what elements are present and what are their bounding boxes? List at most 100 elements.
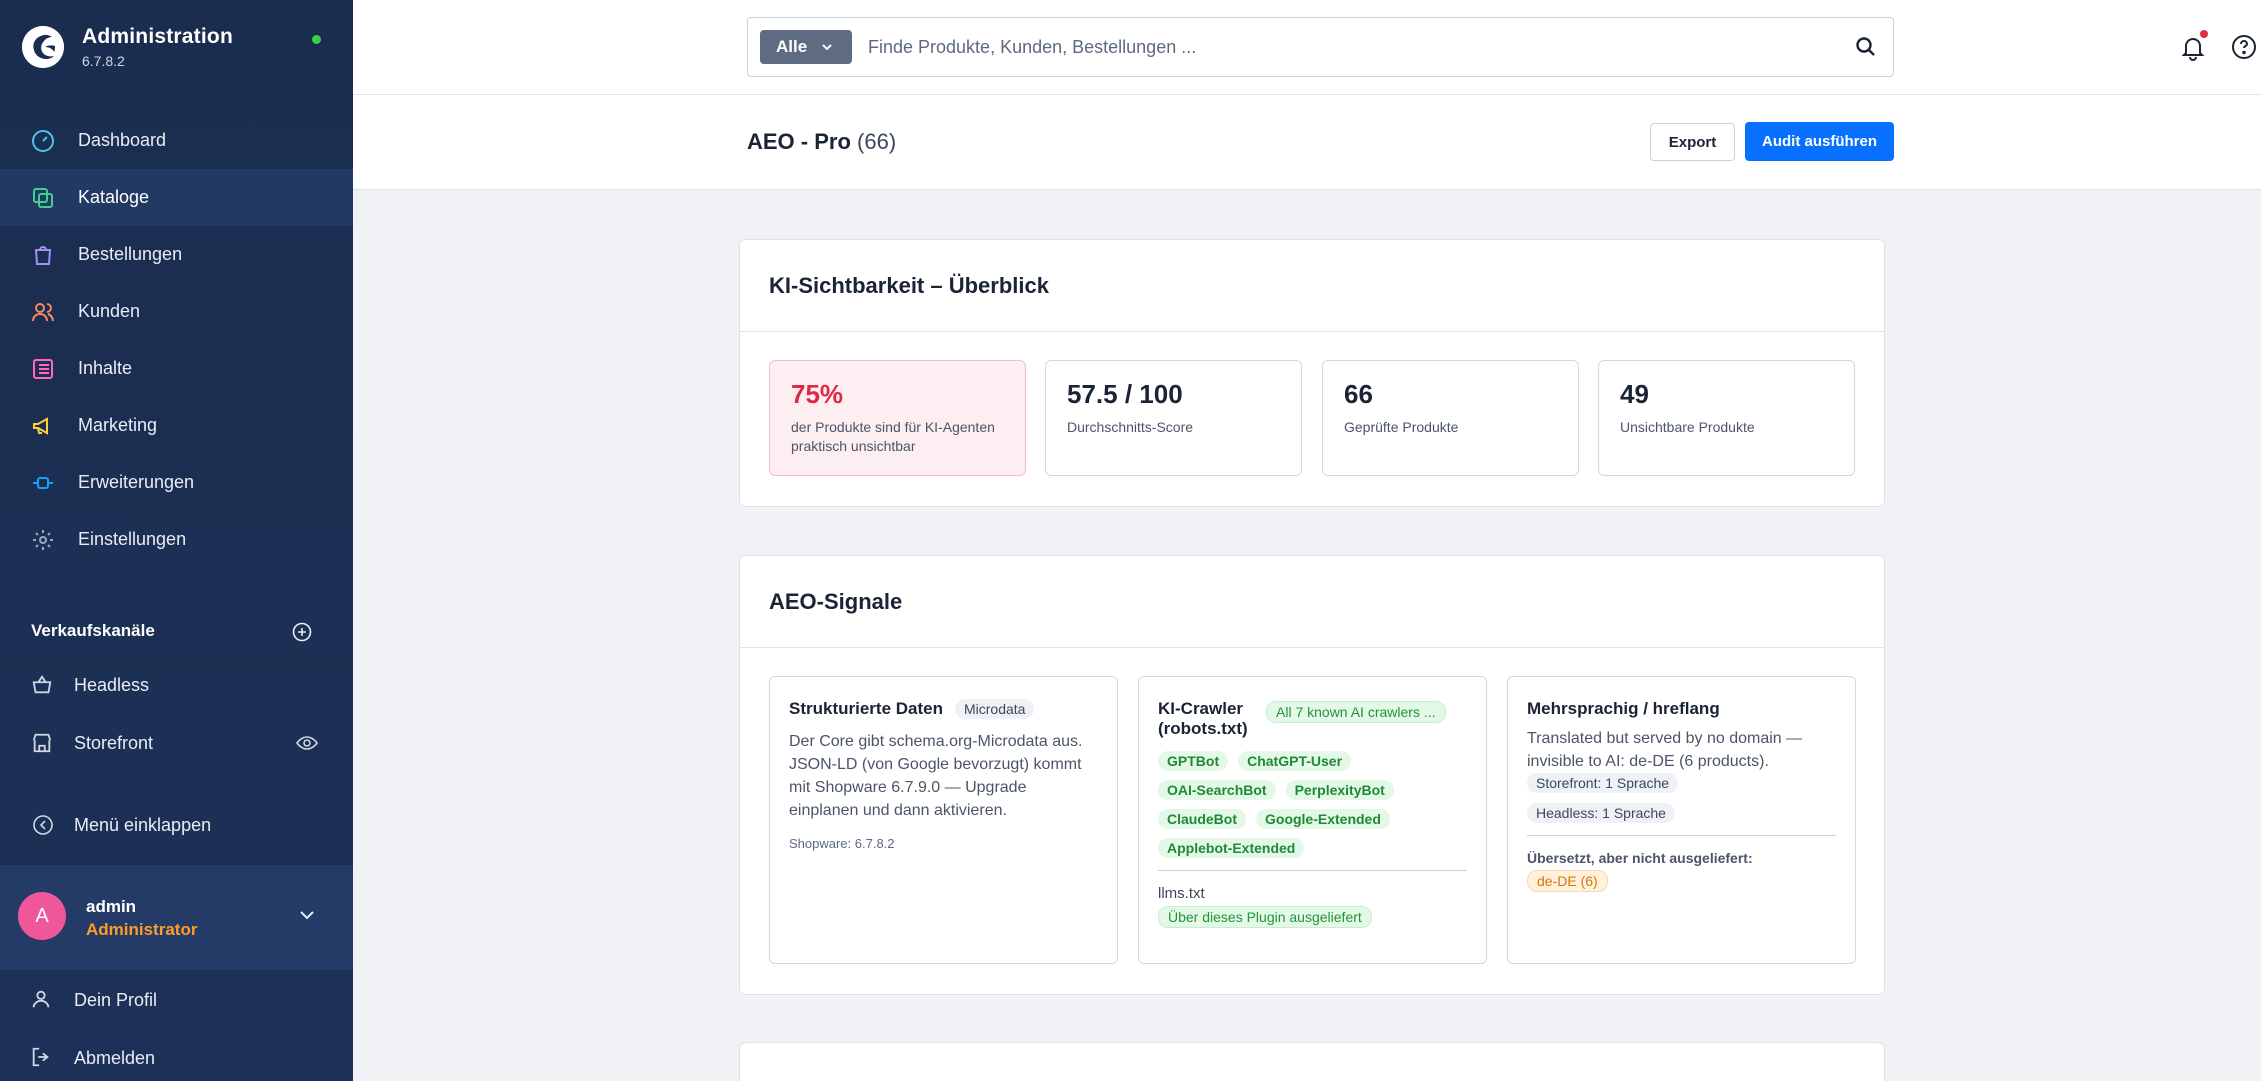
structured-data-text: Der Core gibt schema.org-Microdata aus. … — [789, 733, 1083, 819]
status-indicator — [312, 35, 321, 44]
nav-label: Einstellungen — [78, 529, 187, 549]
stat-average-score: 57.5 / 100 Durchschnitts-Score — [1045, 360, 1302, 476]
microdata-badge: Microdata — [954, 699, 1035, 719]
nav-label: Dashboard — [78, 130, 167, 150]
multilang-text: Translated but served by no domain — inv… — [1527, 730, 1803, 770]
channel-label: Storefront — [74, 732, 154, 753]
stat-checked-products: 66 Geprüfte Produkte — [1322, 360, 1579, 476]
signals-title: AEO-Signale — [740, 556, 1884, 648]
overview-title: KI-Sichtbarkeit – Überblick — [740, 240, 1884, 332]
user-role: Administrator — [86, 920, 198, 939]
export-button[interactable]: Export — [1650, 123, 1735, 161]
stat-invisible-products: 49 Unsichtbare Produkte — [1598, 360, 1855, 476]
channel-storefront[interactable]: Storefront — [30, 731, 153, 755]
stat-value: 75% — [791, 379, 844, 409]
top-bar: Alle — [353, 0, 2261, 95]
help-icon[interactable] — [2231, 34, 2257, 60]
sidebar: Administration 6.7.8.2 Dashboard Katalog… — [0, 0, 353, 1081]
run-audit-button[interactable]: Audit ausführen — [1745, 122, 1894, 161]
stat-value: 57.5 / 100 — [1067, 379, 1183, 409]
translated-locale-badge: de-DE (6) — [1527, 870, 1608, 892]
logout-icon — [30, 1046, 54, 1070]
multilang-panel: Mehrsprachig / hreflang Translated but s… — [1507, 676, 1856, 964]
bot-badge: Applebot-Extended — [1158, 838, 1305, 858]
sales-channels-title: Verkaufskanäle — [31, 621, 155, 640]
global-search: Alle — [747, 17, 1894, 77]
shopping-bag-icon — [30, 242, 56, 268]
nav-item-inhalte[interactable]: Inhalte — [0, 340, 353, 397]
page-title-text: AEO - Pro — [747, 129, 851, 154]
page-header: AEO - Pro (66) Export Audit ausführen — [353, 95, 2261, 190]
nav-label: Kunden — [78, 301, 141, 321]
shopware-version: Shopware: 6.7.8.2 — [789, 836, 895, 851]
content-icon — [30, 356, 56, 382]
nav-item-einstellungen[interactable]: Einstellungen — [0, 511, 353, 568]
llms-status-badge: Über dieses Plugin ausgeliefert — [1158, 906, 1372, 928]
llms-label: llms.txt — [1158, 885, 1205, 902]
nav-item-kataloge[interactable]: Kataloge — [0, 169, 353, 226]
divider — [1158, 870, 1467, 871]
collapse-label: Menü einklappen — [74, 814, 212, 835]
headless-language-badge: Headless: 1 Sprache — [1527, 803, 1675, 823]
multilang-title: Mehrsprachig / hreflang — [1527, 699, 1720, 718]
add-channel-icon[interactable] — [292, 622, 312, 642]
gear-icon — [30, 527, 56, 553]
ai-crawler-title: KI-Crawler (robots.txt) — [1158, 699, 1248, 738]
nav-label: Erweiterungen — [78, 472, 195, 492]
users-icon — [30, 299, 56, 325]
crawler-status-badge: All 7 known AI crawlers ... — [1266, 701, 1446, 723]
megaphone-icon — [30, 413, 56, 439]
notification-dot — [2200, 30, 2208, 38]
nav-item-bestellungen[interactable]: Bestellungen — [0, 226, 353, 283]
page-title: AEO - Pro (66) — [747, 129, 896, 155]
search-icon[interactable] — [1854, 35, 1878, 59]
profile-label: Dein Profil — [74, 989, 158, 1010]
divider — [1527, 835, 1836, 836]
bot-badge: Google-Extended — [1256, 809, 1390, 829]
user-menu[interactable]: A admin Administrator — [0, 865, 353, 970]
nav-label: Bestellungen — [78, 244, 183, 264]
eye-icon[interactable] — [296, 735, 318, 751]
nav-label: Kataloge — [78, 187, 150, 207]
plug-icon — [30, 470, 56, 496]
stat-label: der Produkte sind für KI-Agenten praktis… — [791, 419, 995, 454]
bot-badge: PerplexityBot — [1285, 780, 1394, 800]
app-version: 6.7.8.2 — [82, 53, 125, 69]
search-scope-select[interactable]: Alle — [760, 30, 852, 64]
bot-badge: OAI-SearchBot — [1158, 780, 1276, 800]
nav-item-kunden[interactable]: Kunden — [0, 283, 353, 340]
nav-item-marketing[interactable]: Marketing — [0, 397, 353, 454]
profile-link[interactable]: Dein Profil — [30, 988, 157, 1012]
bot-list: GPTBot ChatGPT-User OAI-SearchBot Perple… — [1158, 751, 1458, 858]
signals-card: AEO-Signale Strukturierte Daten Microdat… — [739, 555, 1885, 995]
chevron-down-icon[interactable] — [298, 908, 316, 922]
next-card — [739, 1042, 1885, 1081]
stat-value: 49 — [1620, 379, 1649, 409]
nav-label: Marketing — [78, 415, 158, 435]
bot-badge: ChatGPT-User — [1238, 751, 1352, 771]
nav-item-erweiterungen[interactable]: Erweiterungen — [0, 454, 353, 511]
chevron-down-icon — [822, 44, 832, 51]
stat-label: Geprüfte Produkte — [1344, 419, 1459, 435]
page-title-count: (66) — [857, 129, 897, 154]
nav-label: Inhalte — [78, 358, 133, 378]
main-nav: Dashboard Kataloge Bestellungen Kunden I… — [0, 112, 353, 568]
translated-label: Übersetzt, aber nicht ausgeliefert: — [1527, 850, 1753, 866]
ai-crawler-panel: KI-Crawler (robots.txt) All 7 known AI c… — [1138, 676, 1487, 964]
stat-value: 66 — [1344, 379, 1373, 409]
logout-link[interactable]: Abmelden — [30, 1046, 155, 1070]
search-scope-label: Alle — [776, 37, 808, 56]
bot-badge: GPTBot — [1158, 751, 1229, 771]
channel-label: Headless — [74, 674, 150, 695]
brand[interactable]: Administration 6.7.8.2 — [22, 25, 233, 69]
nav-item-dashboard[interactable]: Dashboard — [0, 112, 353, 169]
basket-icon — [30, 673, 54, 697]
structured-data-title: Strukturierte Daten — [789, 699, 943, 718]
storefront-icon — [30, 731, 54, 755]
gauge-icon — [30, 128, 56, 154]
search-input[interactable] — [868, 26, 1828, 68]
user-icon — [30, 988, 54, 1012]
structured-data-panel: Strukturierte Daten Microdata Der Core g… — [769, 676, 1118, 964]
channel-headless[interactable]: Headless — [30, 673, 149, 697]
collapse-menu-button[interactable]: Menü einklappen — [32, 814, 211, 836]
